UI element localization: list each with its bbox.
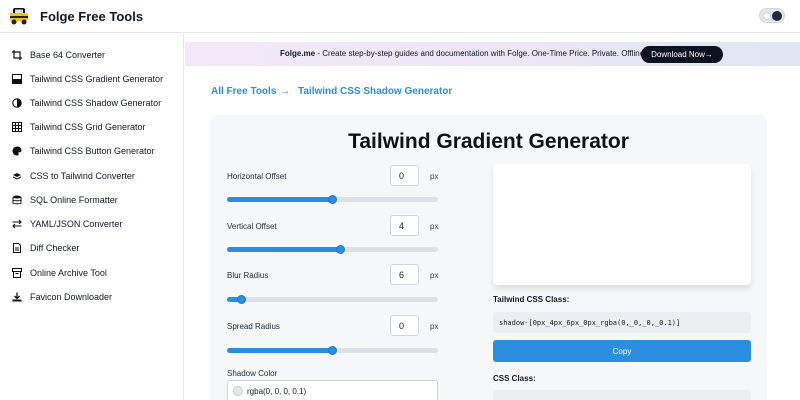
grid-icon	[12, 122, 22, 132]
database-icon	[12, 195, 22, 205]
download-now-button[interactable]: Download Now→	[641, 46, 723, 63]
sun-icon	[763, 12, 771, 20]
horizontal-offset-slider[interactable]	[227, 195, 438, 204]
sidebar-item-label: Tailwind CSS Grid Generator	[30, 122, 146, 132]
shadow-color-value: rgba(0, 0, 0, 0.1)	[247, 387, 307, 396]
shadow-color-label: Shadow Color	[227, 369, 278, 378]
layers-icon	[12, 171, 22, 181]
taxi-logo-icon[interactable]	[8, 5, 30, 27]
sidebar-item-shadow[interactable]: Tailwind CSS Shadow Generator	[0, 91, 183, 115]
file-icon	[12, 243, 22, 253]
vertical-offset-input[interactable]: 4	[390, 215, 419, 236]
css-class-code[interactable]	[493, 390, 751, 400]
sidebar-item-label: Tailwind CSS Gradient Generator	[30, 74, 164, 84]
breadcrumb-root[interactable]: All Free Tools	[211, 86, 276, 97]
vertical-offset-unit: px	[430, 222, 439, 231]
spread-radius-unit: px	[430, 322, 439, 331]
gradient-icon	[12, 74, 22, 84]
swap-icon	[12, 219, 22, 229]
blur-radius-label: Blur Radius	[227, 271, 269, 280]
slider-thumb[interactable]	[328, 195, 337, 204]
slider-thumb[interactable]	[237, 295, 246, 304]
download-icon	[12, 292, 22, 302]
sidebar-item-yaml-json[interactable]: YAML/JSON Converter	[0, 212, 183, 236]
slider-thumb[interactable]	[328, 346, 337, 355]
sidebar-item-label: Tailwind CSS Shadow Generator	[30, 98, 162, 108]
archive-icon	[12, 268, 22, 278]
spread-radius-input[interactable]: 0	[390, 315, 419, 336]
sidebar-item-label: Favicon Downloader	[30, 292, 113, 302]
sidebar-item-css-converter[interactable]: CSS to Tailwind Converter	[0, 164, 183, 188]
sidebar-item-label: Diff Checker	[30, 243, 80, 253]
color-swatch-icon[interactable]	[233, 386, 243, 396]
sidebar-item-label: YAML/JSON Converter	[30, 219, 123, 229]
theme-toggle[interactable]	[759, 8, 785, 23]
shadow-preview-box	[493, 164, 751, 285]
app-title[interactable]: Folge Free Tools	[40, 9, 143, 24]
slider-fill	[227, 197, 333, 202]
css-class-label: CSS Class:	[493, 374, 536, 383]
palette-icon	[12, 146, 22, 156]
breadcrumb-separator: →	[280, 86, 290, 97]
horizontal-offset-input[interactable]: 0	[390, 165, 419, 186]
sidebar-item-label: Online Archive Tool	[30, 268, 107, 278]
banner-text: Folge.me - Create step-by-step guides an…	[280, 49, 646, 58]
copy-button[interactable]: Copy	[493, 340, 751, 362]
slider-fill	[227, 247, 341, 252]
vertical-offset-slider[interactable]	[227, 245, 438, 254]
sidebar-item-favicon[interactable]: Favicon Downloader	[0, 285, 183, 309]
blur-radius-slider[interactable]	[227, 295, 438, 304]
spread-radius-label: Spread Radius	[227, 322, 280, 331]
slider-fill	[227, 348, 333, 353]
blur-radius-input[interactable]: 6	[390, 264, 419, 285]
breadcrumb-current[interactable]: Tailwind CSS Shadow Generator	[298, 86, 452, 97]
sidebar-item-label: Tailwind CSS Button Generator	[30, 146, 155, 156]
sidebar-item-base64[interactable]: Base 64 Converter	[0, 43, 183, 67]
sidebar-item-label: SQL Online Formatter	[30, 195, 118, 205]
banner-message: - Create step-by-step guides and documen…	[315, 49, 647, 58]
slider-thumb[interactable]	[336, 245, 345, 254]
top-bar: Folge Free Tools	[0, 0, 800, 33]
sidebar-item-sql[interactable]: SQL Online Formatter	[0, 188, 183, 212]
sidebar-item-gradient[interactable]: Tailwind CSS Gradient Generator	[0, 67, 183, 91]
shadow-icon	[12, 98, 22, 108]
shadow-color-input[interactable]: rgba(0, 0, 0, 0.1)	[227, 380, 438, 400]
tailwind-class-code[interactable]: shadow-[0px_4px_6px_0px_rgba(0,_0,_0,_0.…	[493, 312, 751, 333]
spread-radius-slider[interactable]	[227, 346, 438, 355]
sidebar: Base 64 Converter Tailwind CSS Gradient …	[0, 34, 184, 400]
tailwind-class-label: Tailwind CSS Class:	[493, 295, 570, 304]
vertical-offset-label: Vertical Offset	[227, 222, 277, 231]
moon-icon	[772, 11, 782, 21]
sidebar-item-label: CSS to Tailwind Converter	[30, 171, 135, 181]
horizontal-offset-label: Horizontal Offset	[227, 172, 287, 181]
page-title: Tailwind Gradient Generator	[348, 130, 629, 153]
sidebar-item-button[interactable]: Tailwind CSS Button Generator	[0, 139, 183, 163]
sidebar-item-archive[interactable]: Online Archive Tool	[0, 261, 183, 285]
sidebar-item-label: Base 64 Converter	[30, 50, 106, 60]
horizontal-offset-unit: px	[430, 172, 439, 181]
sidebar-item-grid[interactable]: Tailwind CSS Grid Generator	[0, 115, 183, 139]
blur-radius-unit: px	[430, 271, 439, 280]
crop-icon	[12, 50, 22, 60]
sidebar-item-diff[interactable]: Diff Checker	[0, 236, 183, 260]
banner-brand[interactable]: Folge.me	[280, 49, 315, 58]
